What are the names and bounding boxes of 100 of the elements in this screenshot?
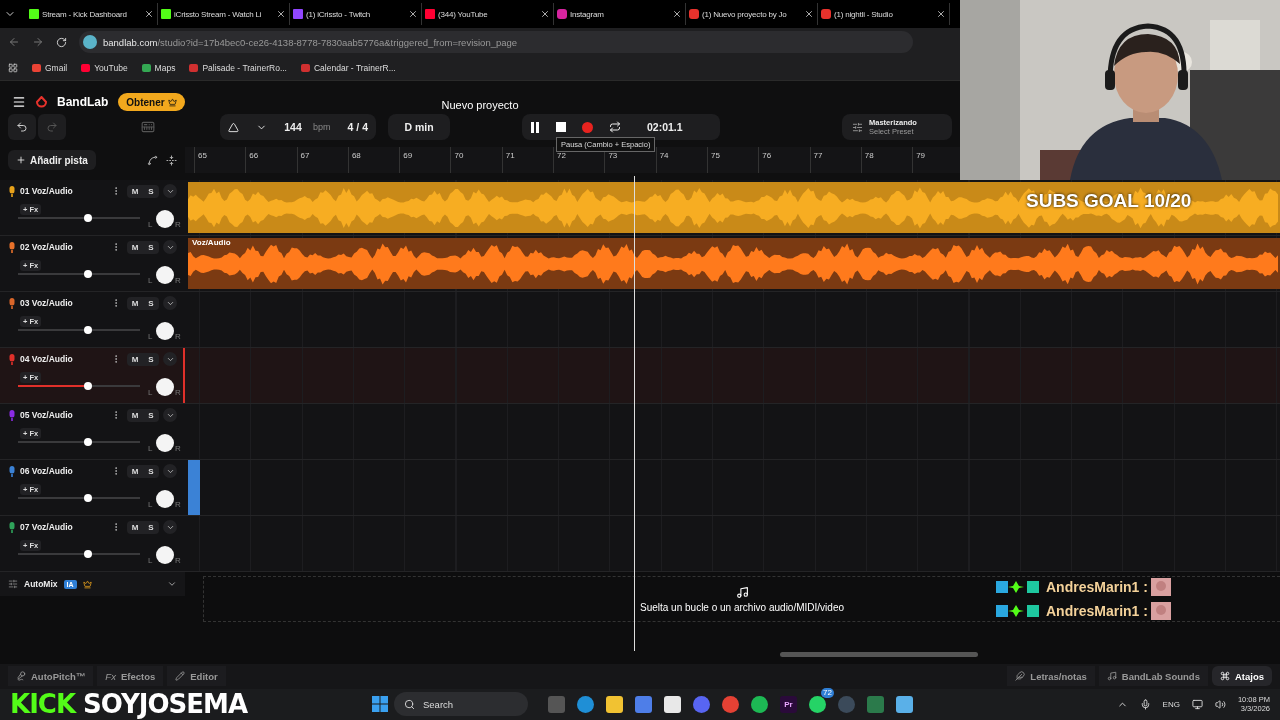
audio-clip[interactable]: Voz/Audio: [188, 238, 1280, 289]
solo-button[interactable]: S: [143, 184, 159, 198]
menu-icon[interactable]: [12, 95, 26, 109]
scrollbar[interactable]: [780, 652, 978, 657]
expand-button[interactable]: [163, 296, 177, 310]
tempo-panel[interactable]: 144 bpm 4 / 4: [220, 114, 376, 140]
footer-button[interactable]: Letras/notas: [1007, 666, 1095, 687]
bar-number: 76: [758, 147, 810, 173]
browser-tab[interactable]: Stream - Kick Dashboard: [26, 3, 158, 25]
pan-knob[interactable]: [156, 434, 174, 452]
browser-tab[interactable]: (1) iCrissto - Twitch: [290, 3, 422, 25]
close-icon[interactable]: [408, 9, 418, 19]
solo-button[interactable]: S: [143, 296, 159, 310]
apps-icon[interactable]: [8, 63, 18, 73]
expand-icon[interactable]: [167, 579, 177, 589]
browser-tab[interactable]: (344) YouTube: [422, 3, 554, 25]
audio-clip[interactable]: [188, 460, 200, 515]
start-icon[interactable]: [372, 696, 388, 713]
search-icon: [404, 698, 415, 710]
footer-button[interactable]: Fx Efectos: [97, 666, 164, 687]
mute-button[interactable]: M: [127, 464, 143, 478]
browser-tab[interactable]: (1) Nuevo proyecto by Jo: [686, 3, 818, 25]
get-button[interactable]: Obtener: [118, 93, 185, 111]
volume-slider[interactable]: [83, 382, 92, 390]
address-bar[interactable]: bandlab.com/studio?id=17b4bec0-ce26-4138-8778-7830aab5776a&triggered_from=revision_page: [79, 31, 913, 53]
volume-slider[interactable]: [83, 326, 92, 334]
expand-button[interactable]: [163, 408, 177, 422]
undo-button[interactable]: [8, 114, 36, 140]
solo-button[interactable]: S: [143, 352, 159, 366]
browser-tab[interactable]: Instagram: [554, 3, 686, 25]
close-icon[interactable]: [804, 9, 814, 19]
reload-icon[interactable]: [56, 36, 67, 48]
pan-label: L: [148, 500, 153, 509]
pan-knob[interactable]: [156, 378, 174, 396]
footer-button[interactable]: Atajos: [1211, 666, 1272, 687]
solo-button[interactable]: S: [143, 520, 159, 534]
close-icon[interactable]: [936, 9, 946, 19]
bookmark[interactable]: Calendar - TrainerR...: [301, 63, 396, 73]
curve-icon[interactable]: [147, 154, 158, 166]
mute-button[interactable]: M: [127, 520, 143, 534]
volume-slider[interactable]: [83, 438, 92, 446]
add-track-button[interactable]: Añadir pista: [8, 150, 96, 170]
browser-tab[interactable]: iCrissto Stream - Watch Li: [158, 3, 290, 25]
bookmark[interactable]: Palisade - TrainerRo...: [189, 63, 287, 73]
premiere-app-icon[interactable]: Pr: [780, 695, 797, 713]
bar-number: 68: [347, 147, 400, 173]
close-icon[interactable]: [540, 9, 550, 19]
back-icon[interactable]: [8, 36, 20, 48]
close-icon[interactable]: [276, 9, 286, 19]
volume-slider[interactable]: [83, 494, 92, 502]
footer-button[interactable]: AutoPitch™: [8, 666, 94, 687]
pan-knob[interactable]: [156, 266, 174, 284]
volume-slider[interactable]: [83, 270, 92, 278]
search-field[interactable]: Search: [394, 692, 528, 717]
language-indicator[interactable]: ENG: [1162, 699, 1180, 709]
volume-icon[interactable]: [1214, 698, 1226, 710]
volume-slider[interactable]: [83, 214, 92, 222]
time-signature: 4 / 4: [347, 121, 368, 133]
expand-button[interactable]: [163, 464, 177, 478]
solo-button[interactable]: S: [143, 464, 159, 478]
sliders-icon: [852, 121, 863, 133]
pan-label: L: [148, 276, 153, 285]
mute-button[interactable]: M: [127, 408, 143, 422]
pause-icon[interactable]: [530, 121, 540, 133]
mute-button[interactable]: M: [127, 296, 143, 310]
mute-button[interactable]: M: [127, 184, 143, 198]
volume-slider[interactable]: [83, 550, 92, 558]
avatar-icon: [1150, 602, 1171, 620]
mic-icon[interactable]: [1139, 698, 1151, 710]
crown-icon: [82, 579, 92, 589]
streamer-name: SOYJOSEMA: [83, 689, 248, 720]
network-icon[interactable]: [1191, 698, 1203, 710]
close-icon[interactable]: [144, 9, 154, 19]
bookmark[interactable]: Gmail: [32, 63, 68, 73]
record-icon[interactable]: [582, 121, 593, 133]
pan-knob[interactable]: [156, 546, 174, 564]
mute-button[interactable]: M: [127, 240, 143, 254]
automix-label: AutoMix: [24, 579, 58, 589]
pan-knob[interactable]: [156, 322, 174, 340]
pan-knob[interactable]: [156, 490, 174, 508]
project-title: Nuevo proyecto: [441, 99, 519, 111]
mute-button[interactable]: M: [127, 352, 143, 366]
close-icon[interactable]: [672, 9, 682, 19]
expand-button[interactable]: [163, 184, 177, 198]
solo-button[interactable]: S: [143, 408, 159, 422]
expand-button[interactable]: [163, 240, 177, 254]
browser-tab[interactable]: (1) nightli - Studio: [818, 3, 950, 25]
footer-button[interactable]: Editor: [167, 666, 226, 687]
site-info-icon: [83, 35, 97, 49]
pan-knob[interactable]: [156, 210, 174, 228]
collapse-icon[interactable]: [166, 154, 177, 166]
metronome-icon[interactable]: [228, 121, 239, 133]
bookmark[interactable]: Maps: [141, 63, 176, 73]
expand-button[interactable]: [163, 520, 177, 534]
key-button[interactable]: D min: [388, 114, 450, 140]
expand-button[interactable]: [163, 352, 177, 366]
footer-button[interactable]: BandLab Sounds: [1098, 666, 1208, 687]
loop-icon[interactable]: [609, 121, 621, 133]
solo-button[interactable]: S: [143, 240, 159, 254]
bookmark[interactable]: YouTube: [81, 63, 128, 73]
